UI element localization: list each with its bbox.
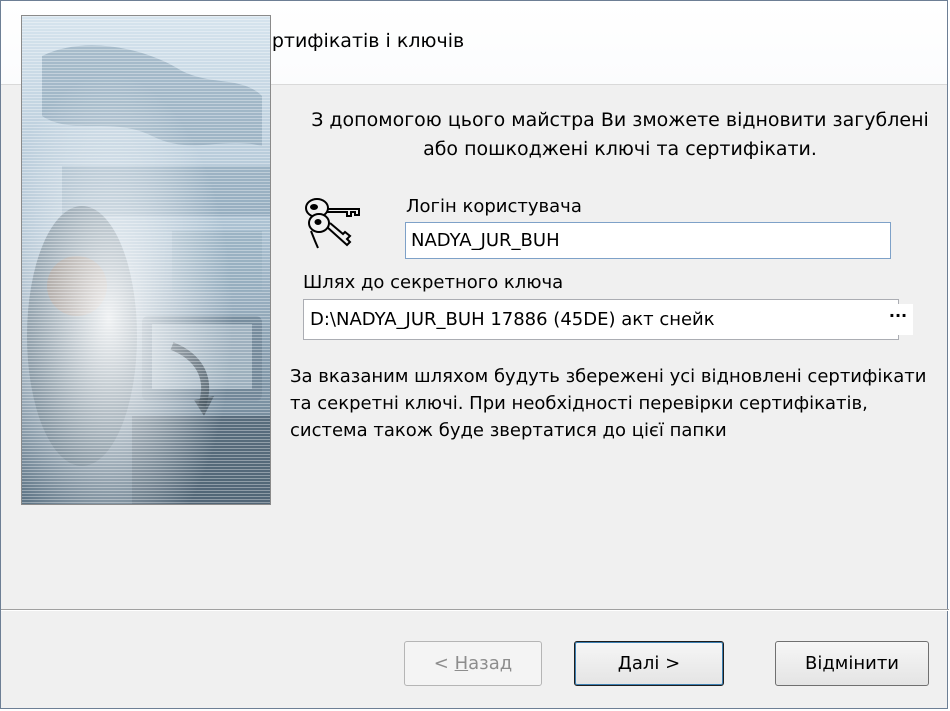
intro-text: З допомогою цього майстра Ви зможете від… (311, 109, 929, 160)
login-input[interactable] (405, 222, 891, 259)
login-label: Логін користувача (406, 196, 582, 217)
keys-icon (303, 193, 363, 249)
next-button-label: алі > (631, 653, 681, 674)
next-button[interactable]: Далі > (574, 641, 724, 686)
description-text: За вказаним шляхом будуть збережені усі … (290, 366, 927, 441)
secret-key-path-input[interactable] (303, 299, 899, 340)
wizard-window: Майстер відновлення сертифікатів і ключі… (0, 0, 949, 709)
browse-button[interactable]: ··· (883, 304, 913, 335)
back-button-accel: Н (454, 653, 469, 674)
back-button[interactable]: < Назад (404, 641, 542, 686)
back-button-prefix: < (433, 653, 455, 674)
secret-key-path-label: Шлях до секретного ключа (303, 272, 564, 293)
footer-separator (1, 609, 949, 611)
cancel-button[interactable]: Відмінити (775, 641, 929, 686)
wizard-side-image (21, 15, 271, 505)
back-button-label: азад (468, 653, 513, 674)
next-button-accel: Д (617, 653, 632, 674)
